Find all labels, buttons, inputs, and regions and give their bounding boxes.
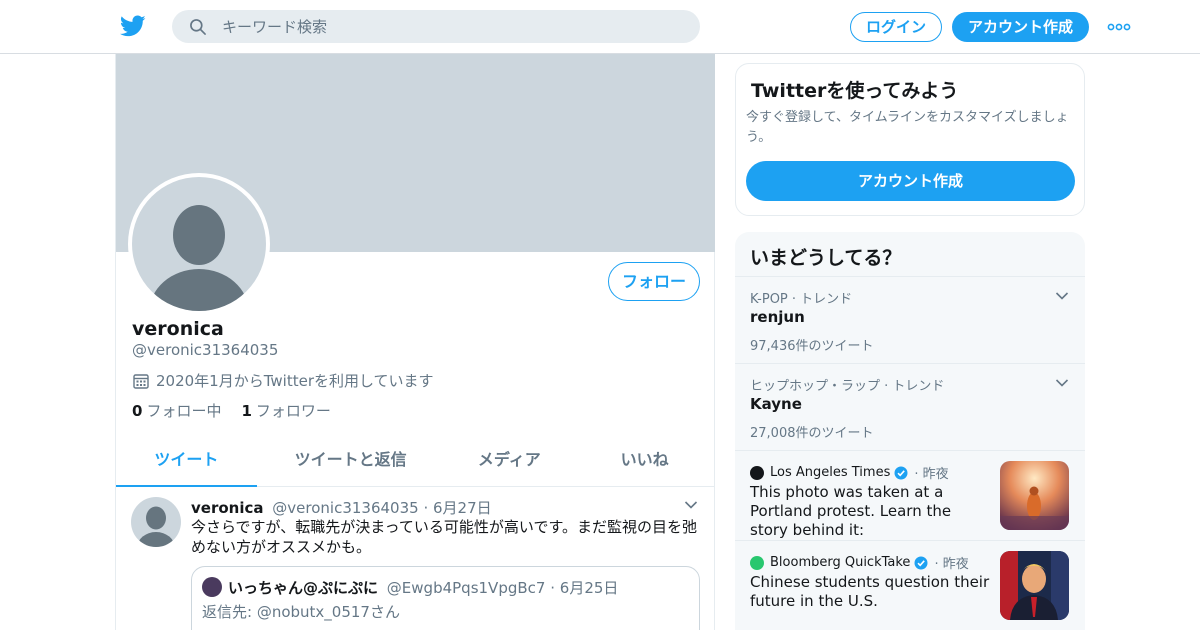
joined-text: 2020年1月からTwitterを利用しています [156, 372, 434, 390]
quoted-tweet-header: いっちゃん@ぷにぷに @Ewgb4Pqs1VpgBc7 · 6月25日 [228, 577, 618, 598]
followers-count: 1 [241, 402, 252, 420]
followers-link[interactable]: 1 フォロワー [241, 400, 330, 421]
verified-badge-icon [894, 466, 908, 479]
signup-card-description: 今すぐ登録して、タイムラインをカスタマイズしましょう。 [746, 110, 1069, 145]
trend-meta: ヒップホップ・ラップ · トレンド [750, 379, 945, 394]
news-thumbnail[interactable] [1000, 551, 1069, 620]
news-headline: Chinese students question their future i… [750, 573, 990, 610]
joined-date: 2020年1月からTwitterを利用しています [132, 370, 434, 391]
quoted-author-handle[interactable]: @Ewgb4Pqs1VpgBc7 [387, 579, 546, 597]
news-source: Los Angeles Times · 昨夜 [750, 463, 949, 482]
trend-name: renjun [750, 308, 805, 326]
news-time: · 昨夜 [914, 467, 949, 482]
tweet-separator: · [423, 499, 433, 517]
tweet-header: veronica @veronic31364035 · 6月27日 [191, 497, 492, 518]
trend-meta: K-POP · トレンド [750, 292, 853, 307]
profile-avatar[interactable] [128, 173, 270, 315]
login-button[interactable]: ログイン [850, 12, 942, 42]
trend-name: Kayne [750, 395, 802, 413]
tab-tweets-and-replies[interactable]: ツイートと返信 [257, 436, 445, 486]
trends-card: いまどうしてる？ K-POP · トレンド renjun 97,436件のツイー… [735, 232, 1085, 630]
tab-tweets[interactable]: ツイート [116, 436, 257, 487]
tweet-author-handle[interactable]: @veronic31364035 [272, 499, 418, 517]
profile-column: フォロー veronica @veronic31364035 2020年1月から… [115, 54, 715, 630]
news-thumbnail[interactable] [1000, 461, 1069, 530]
following-count: 0 [132, 402, 143, 420]
following-link[interactable]: 0 フォロー中 [132, 400, 221, 421]
signup-card-button[interactable]: アカウント作成 [746, 161, 1075, 201]
trend-count: 27,008件のツイート [750, 426, 874, 441]
more-options-icon[interactable] [1107, 23, 1131, 31]
signup-card: Twitterを使ってみよう 今すぐ登録して、タイムラインをカスタマイズしましょ… [735, 63, 1085, 216]
profile-handle: @veronic31364035 [132, 341, 279, 359]
quoted-tweet[interactable]: いっちゃん@ぷにぷに @Ewgb4Pqs1VpgBc7 · 6月25日 返信先:… [191, 566, 700, 630]
verified-badge-icon [914, 556, 928, 569]
news-item[interactable]: Los Angeles Times · 昨夜 This photo was ta… [735, 450, 1085, 540]
tab-media[interactable]: メディア [444, 436, 574, 486]
quoted-separator: · [550, 579, 560, 597]
news-item[interactable]: Bloomberg QuickTake · 昨夜 Chinese student… [735, 540, 1085, 630]
signup-card-title: Twitterを使ってみよう [751, 80, 959, 102]
quoted-tweet-avatar[interactable] [202, 577, 222, 597]
chevron-down-icon[interactable] [1055, 378, 1069, 388]
news-time: · 昨夜 [934, 557, 969, 572]
tweet-avatar[interactable] [131, 497, 181, 547]
tab-likes[interactable]: いいね [574, 436, 715, 486]
signup-button[interactable]: アカウント作成 [952, 12, 1089, 42]
trends-title: いまどうしてる？ [750, 247, 902, 269]
la-times-logo-icon [750, 465, 764, 480]
news-headline: This photo was taken at a Portland prote… [750, 483, 952, 539]
search-icon [190, 19, 206, 35]
profile-tabs: ツイート ツイートと返信 メディア いいね [116, 436, 715, 487]
quoted-date[interactable]: 6月25日 [560, 579, 619, 597]
default-avatar-icon [132, 177, 266, 311]
quoted-reply-to: 返信先: @nobutx_0517さん [202, 603, 400, 621]
tweet-text: 今さらですが、転職先が決まっている可能性が高いです。まだ監視の目を弛めない方がオ… [191, 518, 697, 556]
tweet-date[interactable]: 6月27日 [433, 499, 492, 517]
trend-count: 97,436件のツイート [750, 339, 874, 354]
profile-name: veronica [132, 318, 224, 340]
bloomberg-quicktake-logo-icon [750, 555, 764, 570]
news-source-name: Bloomberg QuickTake [770, 555, 911, 570]
quoted-author-name[interactable]: いっちゃん@ぷにぷに [228, 579, 378, 597]
tweet-author-name[interactable]: veronica [191, 499, 264, 517]
follow-counts: 0 フォロー中 1 フォロワー [132, 400, 331, 421]
followers-label: フォロワー [255, 402, 331, 420]
chevron-down-icon[interactable] [684, 500, 698, 510]
follow-button[interactable]: フォロー [608, 262, 700, 301]
calendar-icon [133, 373, 149, 389]
search-input[interactable] [222, 10, 682, 43]
trend-item[interactable]: K-POP · トレンド renjun 97,436件のツイート [735, 276, 1085, 363]
trend-item[interactable]: ヒップホップ・ラップ · トレンド Kayne 27,008件のツイート [735, 363, 1085, 450]
twitter-bird-icon[interactable] [119, 13, 147, 39]
tweet-item[interactable]: veronica @veronic31364035 · 6月27日 今さらですが… [116, 487, 715, 630]
following-label: フォロー中 [146, 402, 222, 420]
top-nav-bar: ログイン アカウント作成 [0, 0, 1200, 54]
chevron-down-icon[interactable] [1055, 291, 1069, 301]
news-source: Bloomberg QuickTake · 昨夜 [750, 553, 969, 572]
news-source-name: Los Angeles Times [770, 465, 891, 480]
search-bar [172, 10, 700, 43]
